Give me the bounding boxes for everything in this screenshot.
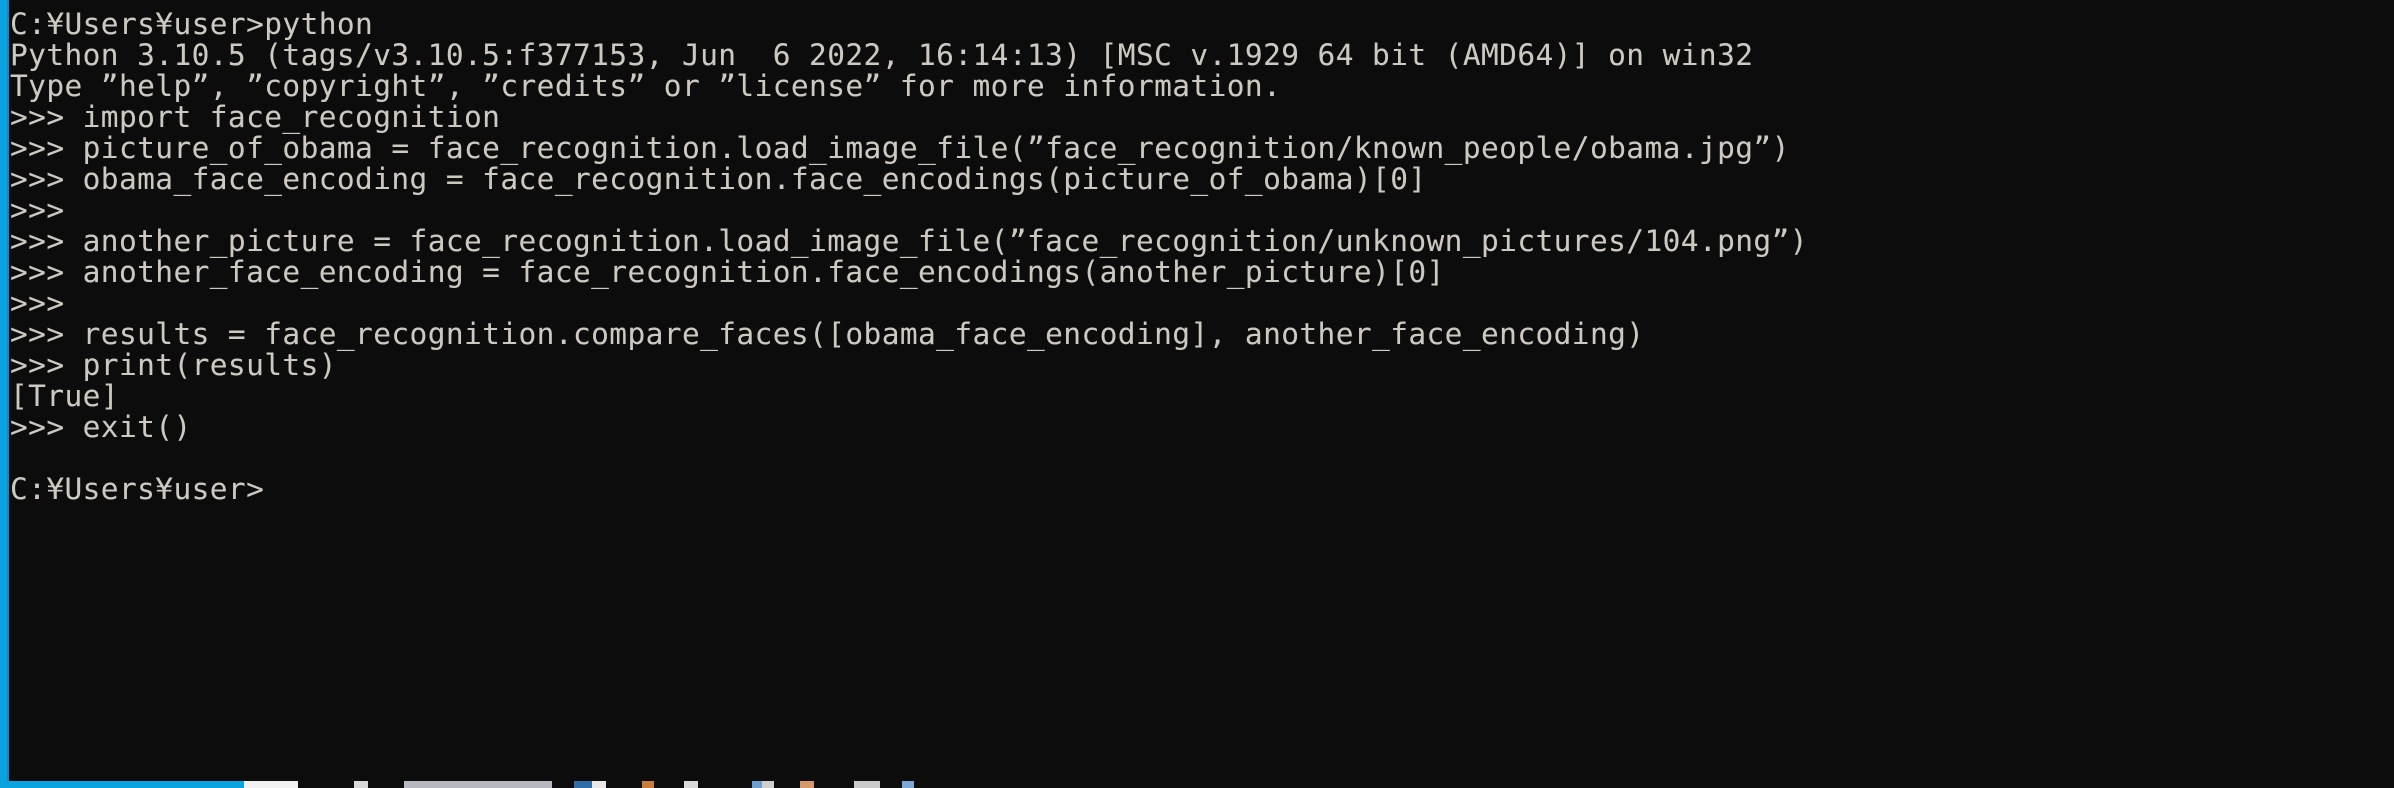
background-window-sliver-segment [854,781,880,788]
background-window-sliver-segment [902,781,914,788]
terminal-line: >>> another_picture = face_recognition.l… [10,226,2394,257]
terminal-line: Python 3.10.5 (tags/v3.10.5:f377153, Jun… [10,40,2394,71]
command-prompt-window[interactable]: t p C:¥Users¥user>python Python 3.10.5 (… [0,0,2394,788]
terminal-line: >>> [10,288,2394,319]
background-window-sliver-segment [880,781,902,788]
background-window-sliver-segment [800,781,814,788]
terminal-prompt-text: C:¥Users¥user> [10,472,264,506]
terminal-line: >>> exit() [10,412,2394,443]
terminal-line: >>> another_face_encoding = face_recogni… [10,257,2394,288]
background-window-sliver-segment [354,781,368,788]
terminal-line: >>> [10,195,2394,226]
terminal-line: >>> obama_face_encoding = face_recogniti… [10,164,2394,195]
background-window-sliver-segment [774,781,800,788]
terminal-line: >>> print(results) [10,350,2394,381]
terminal-line: Type ”help”, ”copyright”, ”credits” or ”… [10,71,2394,102]
background-window-sliver-segment [574,781,592,788]
terminal-prompt-line[interactable]: C:¥Users¥user> [10,474,2394,505]
background-window-sliver-segment [642,781,654,788]
background-window-sliver-segment [552,781,574,788]
terminal-line: >>> import face_recognition [10,102,2394,133]
window-focus-border-bottom [0,781,244,788]
background-window-sliver-segment [814,781,854,788]
terminal-cursor [264,478,279,504]
background-window-sliver-segment [244,781,298,788]
background-window-sliver-segment [368,781,404,788]
terminal-line: >>> results = face_recognition.compare_f… [10,319,2394,350]
background-window-sliver-segment [606,781,642,788]
window-focus-border-left [0,0,9,788]
terminal-line: [True] [10,381,2394,412]
background-window-sliver-segment [698,781,752,788]
terminal-output-area[interactable]: C:¥Users¥user>python Python 3.10.5 (tags… [9,0,2394,788]
background-window-sliver-segment [654,781,684,788]
background-window-sliver-segment [684,781,698,788]
background-window-sliver-segment [592,781,606,788]
terminal-line: >>> picture_of_obama = face_recognition.… [10,133,2394,164]
terminal-line-blank [10,443,2394,474]
background-window-sliver-segment [752,781,762,788]
background-window-sliver-segment [302,781,354,788]
terminal-line: C:¥Users¥user>python [10,9,2394,40]
background-window-sliver-segment [762,781,774,788]
background-window-sliver [244,781,2394,788]
background-window-sliver-segment [404,781,552,788]
